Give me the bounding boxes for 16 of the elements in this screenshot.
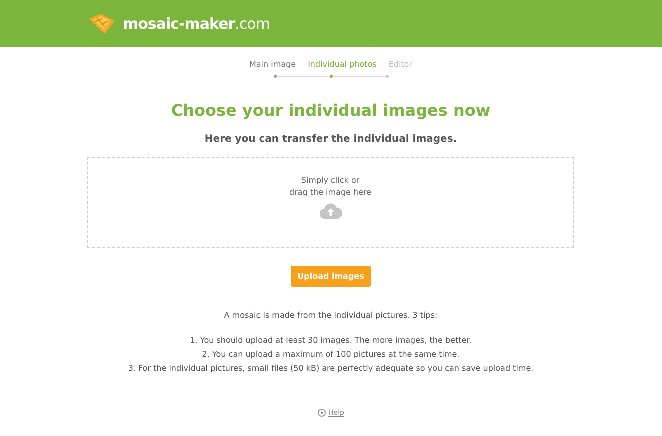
upload-button[interactable]: Upload images bbox=[291, 266, 371, 287]
intro-text: A mosaic is made from the individual pictures. 3 tips: bbox=[223, 311, 439, 320]
drop-hint: Simply click or drag the image here bbox=[289, 175, 372, 199]
logo-text[interactable]: mosaic-maker.com bbox=[123, 14, 270, 32]
help-icon bbox=[318, 409, 326, 417]
logo-icon bbox=[87, 12, 117, 34]
page-title: Choose your individual images now bbox=[170, 101, 492, 120]
drop-zone[interactable]: Simply click or drag the image here bbox=[87, 157, 574, 248]
tip-text: 1. You should upload at least 30 images. The more images, the better. bbox=[189, 335, 473, 347]
tip-text: 2. You can upload a maximum of 100 pictures at the same time. bbox=[201, 349, 461, 361]
cloud-upload-icon bbox=[320, 203, 342, 219]
step-tab[interactable]: Editor bbox=[388, 60, 412, 69]
tip-text: 3. For the individual pictures, small files (50 kB) are perfectly adequate so you can save upload time. bbox=[127, 363, 535, 375]
step-tab[interactable]: Individual photos bbox=[308, 60, 377, 69]
subtitle: Here you can transfer the individual images. bbox=[204, 134, 458, 145]
step-tab[interactable]: Main image bbox=[250, 60, 296, 69]
